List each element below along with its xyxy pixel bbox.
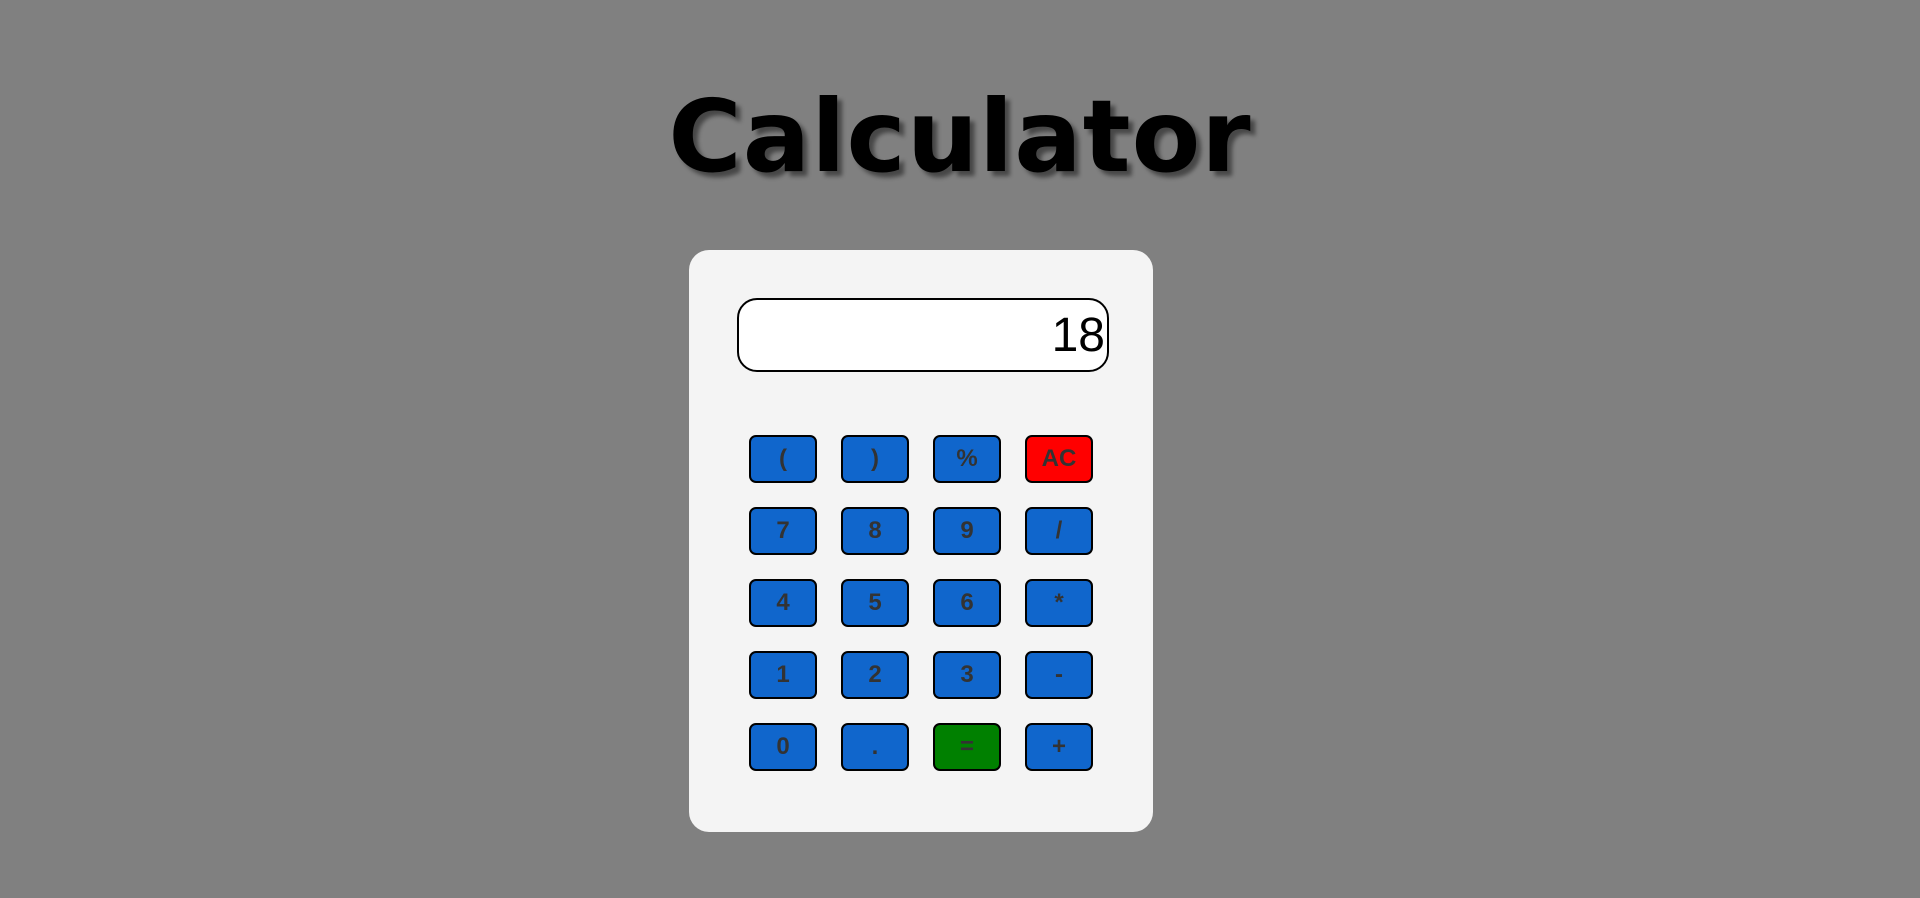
digit-0-button[interactable]: 0 bbox=[749, 723, 817, 771]
keypad: ( ) % AC 7 8 9 / 4 5 6 * 1 2 3 - 0 . = + bbox=[749, 435, 1093, 771]
add-button[interactable]: + bbox=[1025, 723, 1093, 771]
digit-4-button[interactable]: 4 bbox=[749, 579, 817, 627]
digit-9-button[interactable]: 9 bbox=[933, 507, 1001, 555]
subtract-button[interactable]: - bbox=[1025, 651, 1093, 699]
clear-button[interactable]: AC bbox=[1025, 435, 1093, 483]
page-title: Calculator bbox=[668, 78, 1252, 195]
percent-button[interactable]: % bbox=[933, 435, 1001, 483]
digit-3-button[interactable]: 3 bbox=[933, 651, 1001, 699]
digit-5-button[interactable]: 5 bbox=[841, 579, 909, 627]
close-paren-button[interactable]: ) bbox=[841, 435, 909, 483]
open-paren-button[interactable]: ( bbox=[749, 435, 817, 483]
decimal-button[interactable]: . bbox=[841, 723, 909, 771]
digit-1-button[interactable]: 1 bbox=[749, 651, 817, 699]
digit-7-button[interactable]: 7 bbox=[749, 507, 817, 555]
calculator-display[interactable] bbox=[737, 298, 1109, 372]
digit-8-button[interactable]: 8 bbox=[841, 507, 909, 555]
digit-6-button[interactable]: 6 bbox=[933, 579, 1001, 627]
multiply-button[interactable]: * bbox=[1025, 579, 1093, 627]
digit-2-button[interactable]: 2 bbox=[841, 651, 909, 699]
page: Calculator ( ) % AC 7 8 9 / 4 5 6 * 1 2 … bbox=[0, 0, 1920, 898]
divide-button[interactable]: / bbox=[1025, 507, 1093, 555]
equals-button[interactable]: = bbox=[933, 723, 1001, 771]
calculator-body: ( ) % AC 7 8 9 / 4 5 6 * 1 2 3 - 0 . = + bbox=[689, 250, 1153, 832]
